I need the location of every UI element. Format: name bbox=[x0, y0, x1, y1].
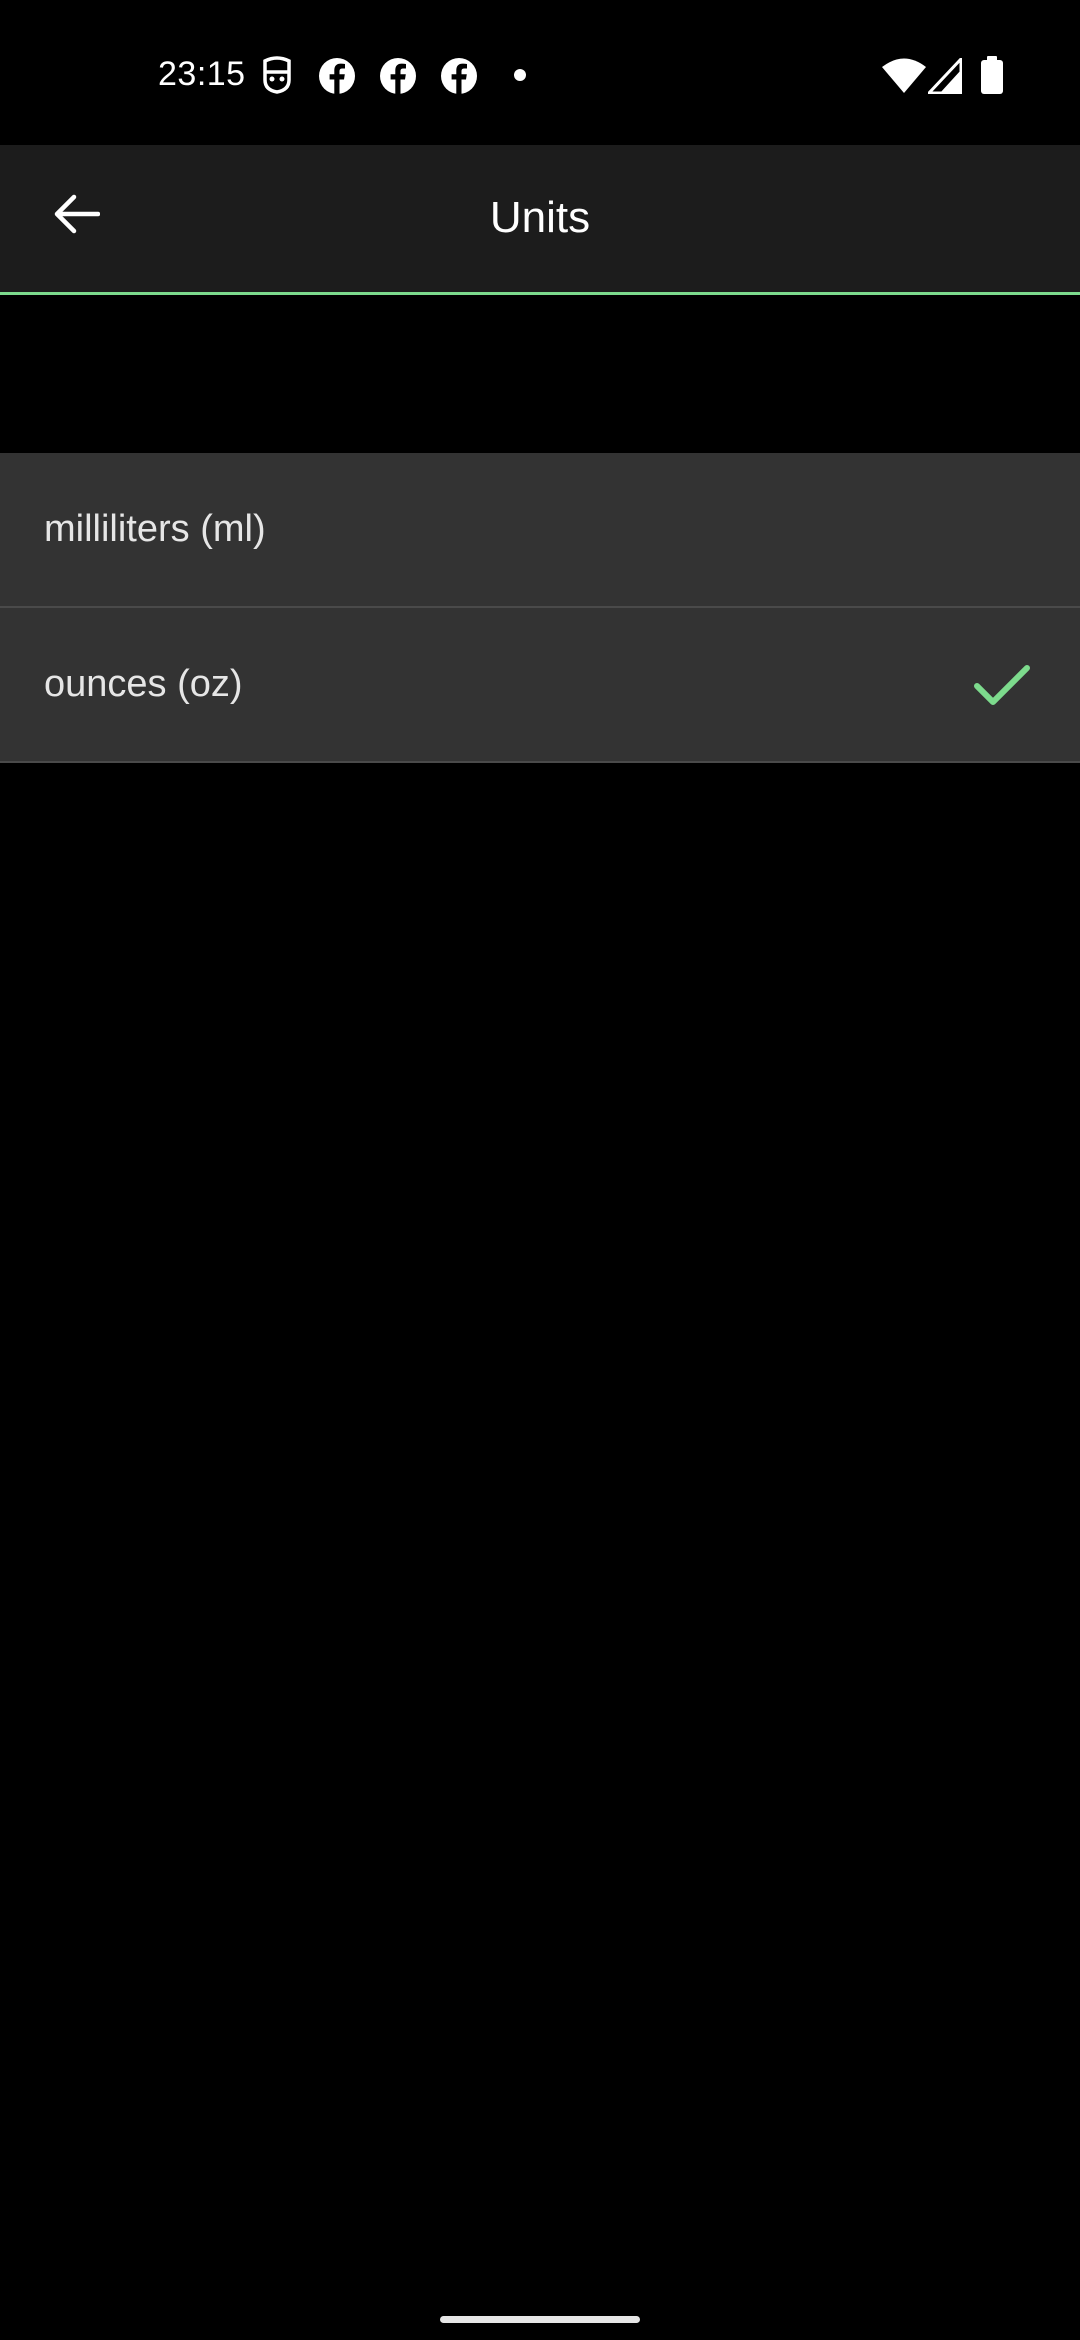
facebook-icon bbox=[380, 58, 416, 95]
checkmark-icon bbox=[974, 664, 1030, 705]
page-title: Units bbox=[489, 193, 591, 242]
status-bar: 23:15 bbox=[0, 0, 1080, 145]
facebook-icon bbox=[441, 58, 477, 95]
unit-option-label: milliliters (ml) bbox=[44, 508, 266, 550]
wifi-icon bbox=[882, 58, 926, 93]
unit-option-milliliters[interactable]: milliliters (ml) bbox=[0, 453, 1080, 608]
status-time: 23:15 bbox=[158, 55, 246, 93]
shield-face-icon bbox=[263, 56, 291, 94]
dot-icon bbox=[514, 69, 526, 81]
battery-icon bbox=[981, 56, 1003, 94]
home-indicator[interactable] bbox=[440, 2316, 640, 2323]
facebook-icon bbox=[319, 58, 355, 95]
units-list: milliliters (ml) ounces (oz) bbox=[0, 453, 1080, 763]
app-bar: Units bbox=[0, 145, 1080, 295]
unit-option-ounces[interactable]: ounces (oz) bbox=[0, 608, 1080, 763]
cellular-signal-icon bbox=[928, 58, 962, 94]
unit-option-label: ounces (oz) bbox=[44, 663, 243, 705]
